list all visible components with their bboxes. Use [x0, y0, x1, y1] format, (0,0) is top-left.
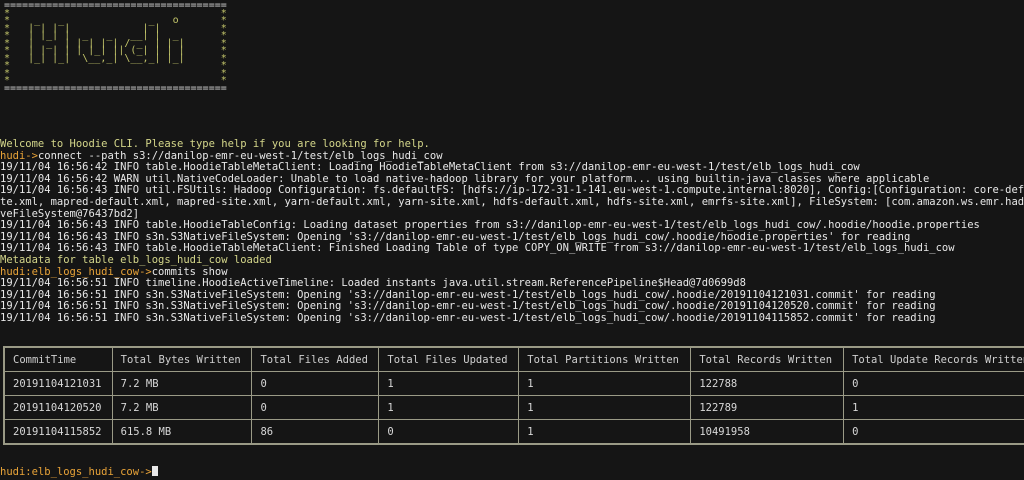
table-header-row: CommitTime Total Bytes Written Total Fil…: [3, 346, 1024, 372]
log-line: 19/11/04 16:56:43 INFO util.FSUtils: Had…: [0, 185, 1024, 197]
table-row: 20191104121031 7.2 MB 0 1 1 122788 0: [3, 371, 1024, 396]
command-line: hudi->connect --path s3://danilop-emr-eu…: [0, 151, 1024, 163]
table-cell: 7.2 MB: [111, 371, 253, 396]
log-line: 19/11/04 16:56:43 INFO table.HoodieTable…: [0, 220, 980, 232]
column-header: Total Files Added: [251, 346, 380, 372]
cursor: [151, 466, 158, 476]
table-row: 20191104120520 7.2 MB 0 1 1 122789 1: [3, 395, 1024, 420]
column-header: Total Bytes Written: [111, 346, 253, 372]
table-cell: 0: [251, 395, 380, 420]
column-header: Total Partitions Written: [518, 346, 692, 372]
column-header: Total Files Updated: [378, 346, 520, 372]
command-text: commits show: [151, 266, 228, 278]
prompt: hudi:elb_logs_hudi_cow->: [0, 266, 152, 278]
table-cell: 20191104115852: [3, 419, 113, 445]
log-line: 19/11/04 16:56:43 INFO table.HoodieTable…: [0, 243, 955, 255]
table-cell: 615.8 MB: [111, 419, 253, 445]
table-cell: 0: [843, 371, 1024, 396]
log-line: te.xml, mapred-default.xml, mapred-site.…: [0, 196, 1024, 208]
log-line: 19/11/04 16:56:51 INFO s3n.S3NativeFileS…: [0, 289, 936, 301]
banner-bottom-border: =====================================: [4, 82, 227, 94]
table-cell: 0: [378, 419, 520, 445]
table-cell: 122788: [690, 371, 845, 396]
table-cell: 0: [251, 371, 380, 396]
column-header: CommitTime: [3, 346, 113, 372]
terminal-output: Welcome to Hoodie CLI. Please type help …: [0, 139, 1024, 325]
table-cell: 1: [378, 371, 520, 396]
welcome-message: Welcome to Hoodie CLI. Please type help …: [0, 139, 430, 150]
log-line: 19/11/04 16:56:42 INFO table.HoodieTable…: [0, 162, 860, 174]
table-cell: 1: [518, 419, 692, 445]
table-cell: 86: [251, 419, 380, 445]
table-row: 20191104115852 615.8 MB 86 0 1 10491958 …: [3, 419, 1024, 445]
table-cell: 1: [518, 371, 692, 396]
log-line: 19/11/04 16:56:51 INFO s3n.S3NativeFileS…: [0, 312, 936, 324]
table-cell: 10491958: [690, 419, 845, 445]
column-header: Total Records Written: [690, 346, 845, 372]
terminal-window[interactable]: ===================================== * …: [0, 0, 1024, 480]
hudi-banner: ===================================== * …: [4, 1, 227, 94]
command-line: hudi:elb_logs_hudi_cow->commits show: [0, 267, 1024, 279]
log-line: 19/11/04 16:56:42 WARN util.NativeCodeLo…: [0, 173, 930, 185]
log-line: 19/11/04 16:56:51 INFO s3n.S3NativeFileS…: [0, 301, 936, 313]
table-cell: 1: [378, 395, 520, 420]
metadata-message: Metadata for table elb_logs_hudi_cow loa…: [0, 254, 272, 266]
table-cell: 20191104120520: [3, 395, 113, 420]
table-cell: 0: [843, 419, 1024, 445]
input-line[interactable]: hudi:elb_logs_hudi_cow->: [0, 466, 158, 478]
log-line: veFileSystem@76437bd2]: [0, 208, 140, 220]
log-line: 19/11/04 16:56:51 INFO timeline.HoodieAc…: [0, 278, 746, 290]
table-cell: 7.2 MB: [111, 395, 253, 420]
prompt: hudi->: [0, 150, 38, 162]
table-cell: 122789: [690, 395, 845, 420]
table-cell: 1: [843, 395, 1024, 420]
log-line: 19/11/04 16:56:43 INFO s3n.S3NativeFileS…: [0, 231, 911, 243]
column-header: Total Update Records Written: [843, 346, 1024, 372]
table-cell: 20191104121031: [3, 371, 113, 396]
table-cell: 1: [518, 395, 692, 420]
prompt: hudi:elb_logs_hudi_cow->: [0, 466, 152, 478]
commits-table: CommitTime Total Bytes Written Total Fil…: [3, 346, 1024, 445]
command-text: connect --path s3://danilop-emr-eu-west-…: [37, 150, 443, 162]
